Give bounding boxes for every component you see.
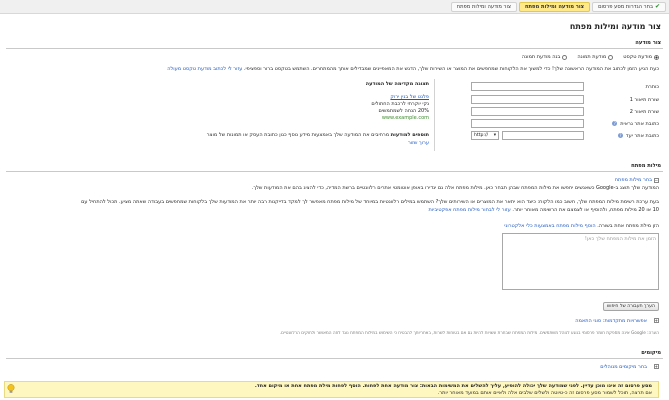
protocol-select[interactable]: http://▾ — [471, 131, 499, 140]
check-icon: ✔ — [654, 3, 660, 10]
expand-icon[interactable]: + — [654, 318, 659, 323]
dest-url-row: http://▾ — [471, 131, 584, 140]
banner-line1: מסע פרסום זה אינו מוכן עדיין. לפני שמודע… — [254, 383, 652, 389]
keywords-para2b: 10 או 20 מילות מפתח, ולהוסיף או לצמצם את… — [428, 207, 659, 213]
managed-placements-link[interactable]: בחר מיקומים מנוהלים — [600, 364, 647, 370]
warning-banner: מסע פרסום זה אינו מוכן עדיין. לפני שמודע… — [4, 381, 659, 398]
help-write-ad-link[interactable]: עזור לי לכתוב מודעת טקסט מעולה — [167, 66, 242, 72]
keywords-section-heading: מילות מפתח — [631, 163, 661, 169]
section-divider — [6, 358, 663, 359]
display-url-label: כתובת אתר גראית? — [612, 121, 659, 127]
banner-line2: אם תרצה, תוכל לשמור מסע פרסום זה כ-טיוטה… — [437, 390, 652, 396]
preview-line1: נקי יוקרתי לרכבת החתולים — [371, 101, 429, 107]
section-divider — [6, 171, 663, 172]
keywords-para1: המודעה שלך תוצג ב-Google כשאנשים יחפשו א… — [251, 185, 659, 191]
step-review[interactable]: צור מודעה ומילות מפתח — [450, 1, 517, 12]
expand-icon[interactable]: + — [654, 364, 659, 369]
keyword-tool-link[interactable]: הוסף מילות מפתח באמצעות כלי אלקטרוני — [504, 223, 595, 229]
advanced-options-link[interactable]: אפשרויות מתקדמות: סוגי התאמה — [575, 318, 647, 324]
ad-extensions: תוספים למודעות מרחיבים את המודעה שלך באמ… — [206, 132, 429, 138]
keywords-textarea[interactable]: הזמן את מילות המפתח שלך כאן! — [502, 233, 659, 290]
help-keywords-link[interactable]: עזור לי לבחור מילות מפתח אפקטיביות — [429, 207, 511, 213]
lightbulb-icon — [7, 384, 15, 393]
preview-line2: 20% הנחה לשמתמשים — [378, 108, 429, 114]
desc2-input[interactable] — [471, 107, 584, 116]
step-create-ad[interactable]: צור מודעה ומילות מפתח — [518, 1, 591, 12]
preview-title: תצוגה מקדימה של המודעה — [365, 81, 429, 87]
keywords-para2a: בעת ערכת רשימת מילות המפתח שלך, חשוב כמו… — [81, 199, 659, 205]
keywords-note: הערה: Google אינה מספקת חומר פרסומי בנוג… — [279, 330, 659, 335]
dest-url-input[interactable] — [502, 131, 584, 140]
help-icon[interactable]: ? — [612, 121, 618, 126]
radio-text-ad[interactable]: מודעת טקסט — [623, 54, 659, 60]
help-icon[interactable]: ? — [617, 133, 623, 138]
ad-preview: פלנט של בנין ירוק נקי יוקרתי לרכבת החתול… — [337, 94, 429, 122]
radio-build-image-ad[interactable]: בנה מודעת תמונה — [522, 54, 568, 60]
section-divider — [6, 48, 663, 49]
chevron-down-icon: ▾ — [493, 133, 496, 138]
collapse-icon[interactable]: − — [654, 177, 659, 183]
keywords-toggle[interactable]: − בחר מילות מפתח — [615, 177, 659, 183]
radio-image-ad[interactable]: מודעת תמונה — [577, 54, 614, 60]
step-campaign-settings[interactable]: ✔ בחר הגדרות מסע פרסום — [592, 1, 666, 12]
vertical-divider — [434, 79, 435, 151]
dest-url-label: כתובת אתר יעד? — [617, 133, 659, 139]
radio-button[interactable] — [608, 54, 614, 60]
step-label: בחר הגדרות מסע פרסום — [598, 3, 653, 10]
headline-input[interactable] — [471, 82, 584, 91]
page-title: צור מודעה ומילות מפתח — [569, 22, 661, 31]
edit-extensions-link[interactable]: ערוך שזור — [408, 140, 429, 146]
headline-label: כותרת — [645, 84, 659, 90]
placements-heading: מיקומים — [641, 350, 661, 356]
preview-headline: פלנט של בנין ירוק — [390, 94, 429, 100]
keywords-para3: הזן מילת מפתח אחת בשורה. הוסף מילות מפתח… — [504, 223, 659, 229]
radio-button[interactable] — [562, 54, 568, 60]
step-label: צור מודעה ומילות מפתח — [524, 3, 585, 10]
ad-instructions: כעת הגיע הזמן לכתוב את המודעה הראשונה של… — [167, 66, 659, 72]
preview-url: www.example.com — [381, 115, 429, 121]
desc1-input[interactable] — [471, 95, 584, 104]
ad-section-heading: צור מודעה — [635, 40, 661, 46]
radio-button[interactable] — [654, 54, 659, 60]
estimate-traffic-button[interactable]: הערך תעבורה של חיפוש — [603, 302, 659, 311]
desc2-label: שורת תיאור 2 — [629, 109, 659, 115]
desc1-label: שורת תיאור 1 — [629, 97, 659, 103]
progress-steps: ✔ בחר הגדרות מסע פרסום צור מודעה ומילות … — [0, 0, 669, 14]
ad-type-radio-group: מודעת טקסט מודעת תמונה בנה מודעת תמונה — [522, 54, 659, 60]
display-url-input[interactable] — [471, 119, 584, 128]
step-label: צור מודעה ומילות מפתח — [456, 3, 511, 10]
